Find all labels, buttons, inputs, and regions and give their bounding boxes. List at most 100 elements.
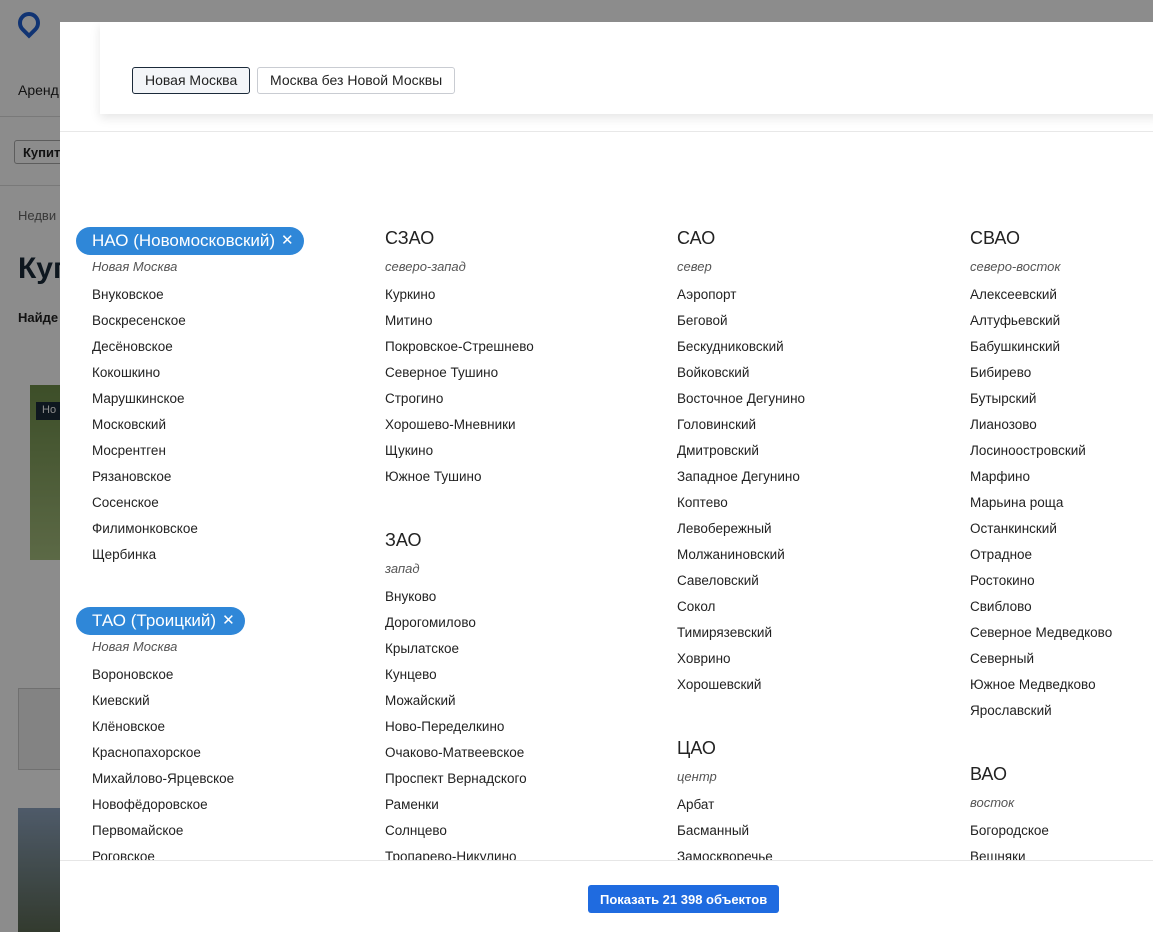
okrug-title[interactable]: ЦАО <box>677 737 805 759</box>
district-item[interactable]: Хорошевский <box>677 677 805 703</box>
district-item[interactable]: Марфино <box>970 469 1112 495</box>
district-item[interactable]: Отрадное <box>970 547 1112 573</box>
district-item[interactable]: Лианозово <box>970 417 1112 443</box>
district-group: СЗАО северо-запад Куркино Митино Покровское-… <box>385 227 534 495</box>
district-list: Внуково Дорогомилово Крылатское Кунцево Можа… <box>385 589 534 875</box>
district-item[interactable]: Головинский <box>677 417 805 443</box>
okrug-title: НАО (Новомосковский) ✕ <box>76 227 304 255</box>
district-item[interactable]: Куркино <box>385 287 534 313</box>
district-item[interactable]: Дорогомилово <box>385 615 534 641</box>
district-item[interactable]: Первомайское <box>92 823 304 849</box>
district-item[interactable]: Можайский <box>385 693 534 719</box>
district-item[interactable]: Раменки <box>385 797 534 823</box>
district-item[interactable]: Алтуфьевский <box>970 313 1112 339</box>
district-item[interactable]: Мосрентген <box>92 443 304 469</box>
district-group: САО север Аэропорт Беговой Бескудниковский Во… <box>677 227 805 703</box>
divider <box>60 131 1153 132</box>
district-item[interactable]: Митино <box>385 313 534 339</box>
show-results-button[interactable]: Показать 21 398 объектов <box>588 885 780 913</box>
district-item[interactable]: Внуковское <box>92 287 304 313</box>
district-item[interactable]: Крылатское <box>385 641 534 667</box>
district-item[interactable]: Сосенское <box>92 495 304 521</box>
district-item[interactable]: Войковский <box>677 365 805 391</box>
district-item[interactable]: Михайлово-Ярцевское <box>92 771 304 797</box>
district-group: СВАО северо-восток Алексеевский Алтуфьевски… <box>970 227 1112 729</box>
district-column: СЗАО северо-запад Куркино Митино Покровское-… <box>385 227 534 909</box>
district-item[interactable]: Аэропорт <box>677 287 805 313</box>
district-item[interactable]: Бутырский <box>970 391 1112 417</box>
district-group: ВАО восток Богородское Вешняки <box>970 763 1112 875</box>
district-item[interactable]: Внуково <box>385 589 534 615</box>
district-item[interactable]: Левобережный <box>677 521 805 547</box>
district-item[interactable]: Щербинка <box>92 547 304 573</box>
district-group: ТАО (Троицкий) ✕ Новая Москва Вороновское Ки… <box>76 607 304 875</box>
district-item[interactable]: Останкинский <box>970 521 1112 547</box>
district-list: Алексеевский Алтуфьевский Бабушкинский Биби… <box>970 287 1112 729</box>
district-item[interactable]: Щукино <box>385 443 534 469</box>
district-item[interactable]: Краснопахорское <box>92 745 304 771</box>
district-item[interactable]: Вороновское <box>92 667 304 693</box>
district-item[interactable]: Богородское <box>970 823 1112 849</box>
district-item[interactable]: Лосиноостровский <box>970 443 1112 469</box>
district-item[interactable]: Северное Тушино <box>385 365 534 391</box>
okrug-title[interactable]: СВАО <box>970 227 1112 249</box>
district-item[interactable]: Алексеевский <box>970 287 1112 313</box>
district-item[interactable]: Бибирево <box>970 365 1112 391</box>
district-item[interactable]: Марьина роща <box>970 495 1112 521</box>
district-item[interactable]: Южное Медведково <box>970 677 1112 703</box>
okrug-title[interactable]: ВАО <box>970 763 1112 785</box>
district-item[interactable]: Воскресенское <box>92 313 304 339</box>
district-item[interactable]: Клёновское <box>92 719 304 745</box>
district-item[interactable]: Молжаниновский <box>677 547 805 573</box>
district-item[interactable]: Филимонковское <box>92 521 304 547</box>
district-item[interactable]: Очаково-Матвеевское <box>385 745 534 771</box>
district-item[interactable]: Рязановское <box>92 469 304 495</box>
district-item[interactable]: Ярославский <box>970 703 1112 729</box>
district-item[interactable]: Северный <box>970 651 1112 677</box>
district-item[interactable]: Тимирязевский <box>677 625 805 651</box>
chip-label: ТАО (Троицкий) <box>92 611 217 630</box>
district-item[interactable]: Новофёдоровское <box>92 797 304 823</box>
district-item[interactable]: Западное Дегунино <box>677 469 805 495</box>
district-item[interactable]: Арбат <box>677 797 805 823</box>
close-icon[interactable]: ✕ <box>222 610 235 632</box>
district-list: Внуковское Воскресенское Десёновское Кокошк… <box>92 287 304 573</box>
district-item[interactable]: Десёновское <box>92 339 304 365</box>
district-item[interactable]: Солнцево <box>385 823 534 849</box>
toggle-moscow-without-new[interactable]: Москва без Новой Москвы <box>257 67 456 94</box>
district-item[interactable]: Коптево <box>677 495 805 521</box>
district-item[interactable]: Бабушкинский <box>970 339 1112 365</box>
selected-okrug-chip[interactable]: НАО (Новомосковский) ✕ <box>76 227 304 255</box>
district-item[interactable]: Хорошево-Мневники <box>385 417 534 443</box>
close-icon[interactable]: ✕ <box>281 230 294 252</box>
okrug-title[interactable]: САО <box>677 227 805 249</box>
okrug-title[interactable]: ЗАО <box>385 529 534 551</box>
district-item[interactable]: Кокошкино <box>92 365 304 391</box>
district-item[interactable]: Киевский <box>92 693 304 719</box>
district-item[interactable]: Покровское-Стрешнево <box>385 339 534 365</box>
district-item[interactable]: Московский <box>92 417 304 443</box>
chip-label: НАО (Новомосковский) <box>92 231 276 250</box>
district-item[interactable]: Беговой <box>677 313 805 339</box>
selected-okrug-chip[interactable]: ТАО (Троицкий) ✕ <box>76 607 245 635</box>
district-item[interactable]: Ново-Переделкино <box>385 719 534 745</box>
district-item[interactable]: Проспект Вернадского <box>385 771 534 797</box>
district-item[interactable]: Строгино <box>385 391 534 417</box>
district-item[interactable]: Бескудниковский <box>677 339 805 365</box>
district-item[interactable]: Сокол <box>677 599 805 625</box>
toggle-new-moscow[interactable]: Новая Москва <box>132 67 251 94</box>
okrug-title[interactable]: СЗАО <box>385 227 534 249</box>
district-item[interactable]: Восточное Дегунино <box>677 391 805 417</box>
district-item[interactable]: Марушкинское <box>92 391 304 417</box>
district-item[interactable]: Свиблово <box>970 599 1112 625</box>
district-item[interactable]: Кунцево <box>385 667 534 693</box>
district-item[interactable]: Савеловский <box>677 573 805 599</box>
district-item[interactable]: Басманный <box>677 823 805 849</box>
okrug-subtitle: северо-восток <box>970 259 1061 274</box>
district-item[interactable]: Дмитровский <box>677 443 805 469</box>
district-item[interactable]: Ростокино <box>970 573 1112 599</box>
district-item[interactable]: Ховрино <box>677 651 805 677</box>
district-item[interactable]: Южное Тушино <box>385 469 534 495</box>
okrug-subtitle: запад <box>385 561 420 576</box>
district-item[interactable]: Северное Медведково <box>970 625 1112 651</box>
